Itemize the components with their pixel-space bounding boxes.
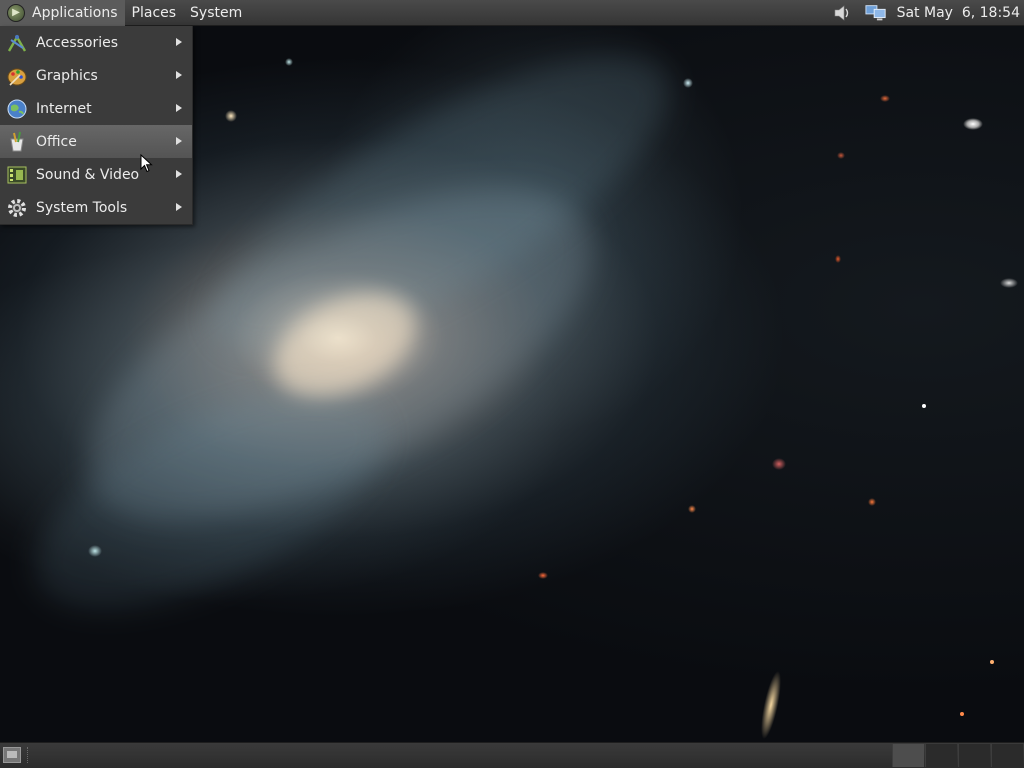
graphics-icon: [6, 65, 28, 87]
applications-menu[interactable]: ▶ Applications: [0, 0, 125, 26]
edge-on-galaxy: [756, 669, 786, 741]
submenu-arrow-icon: [176, 38, 182, 46]
submenu-arrow-icon: [176, 170, 182, 178]
star: [772, 458, 786, 470]
star: [960, 712, 964, 716]
applications-menu-label: Applications: [32, 4, 118, 21]
workspace-3[interactable]: [958, 744, 990, 767]
menu-item-label: System Tools: [36, 199, 128, 216]
star: [285, 58, 293, 66]
speaker-icon[interactable]: [831, 2, 853, 24]
clock[interactable]: Sat May 6, 18:54: [893, 5, 1024, 21]
submenu-arrow-icon: [176, 104, 182, 112]
menu-item-internet[interactable]: Internet: [0, 92, 192, 125]
menu-item-accessories[interactable]: Accessories: [0, 26, 192, 59]
menu-item-system-tools[interactable]: System Tools: [0, 191, 192, 224]
star: [688, 505, 696, 513]
system-tools-icon: [6, 197, 28, 219]
menu-item-label: Internet: [36, 100, 92, 117]
star: [990, 660, 994, 664]
star: [922, 404, 926, 408]
workspace-4[interactable]: [991, 744, 1023, 767]
star: [963, 118, 983, 130]
star: [225, 110, 237, 122]
star: [683, 78, 693, 88]
submenu-arrow-icon: [176, 203, 182, 211]
gnome-foot-icon: ▶: [7, 3, 25, 22]
panel-separator: [27, 747, 30, 763]
star: [868, 498, 876, 506]
star: [88, 545, 102, 557]
menu-item-sound-video[interactable]: Sound & Video: [0, 158, 192, 191]
places-menu-label: Places: [131, 4, 177, 21]
submenu-arrow-icon: [176, 137, 182, 145]
places-menu[interactable]: Places: [125, 0, 184, 26]
bottom-panel: [0, 742, 1024, 768]
menu-item-office[interactable]: Office: [0, 125, 192, 158]
menu-item-label: Sound & Video: [36, 166, 140, 183]
top-panel: ▶ Applications Places System Sat May 6, …: [0, 0, 1024, 26]
star: [837, 152, 845, 159]
sound-video-icon: [6, 164, 28, 186]
notification-area: Sat May 6, 18:54: [825, 0, 1024, 26]
submenu-arrow-icon: [176, 71, 182, 79]
workspace-1[interactable]: [892, 744, 924, 767]
workspace-2[interactable]: [925, 744, 957, 767]
menu-item-label: Office: [36, 133, 77, 150]
star: [880, 95, 890, 102]
applications-dropdown: Accessories Graphics Internet Office Sou…: [0, 26, 193, 225]
menu-item-label: Accessories: [36, 34, 119, 51]
office-icon: [6, 131, 28, 153]
star: [1000, 278, 1018, 288]
star: [835, 255, 841, 263]
menu-item-graphics[interactable]: Graphics: [0, 59, 192, 92]
system-menu-label: System: [190, 4, 243, 21]
network-icon[interactable]: [865, 2, 887, 24]
accessories-icon: [6, 32, 28, 54]
system-menu[interactable]: System: [183, 0, 249, 26]
internet-icon: [6, 98, 28, 120]
star: [538, 572, 548, 579]
show-desktop-icon[interactable]: [3, 747, 21, 763]
menu-item-label: Graphics: [36, 67, 98, 84]
mouse-pointer-icon: [140, 154, 153, 173]
